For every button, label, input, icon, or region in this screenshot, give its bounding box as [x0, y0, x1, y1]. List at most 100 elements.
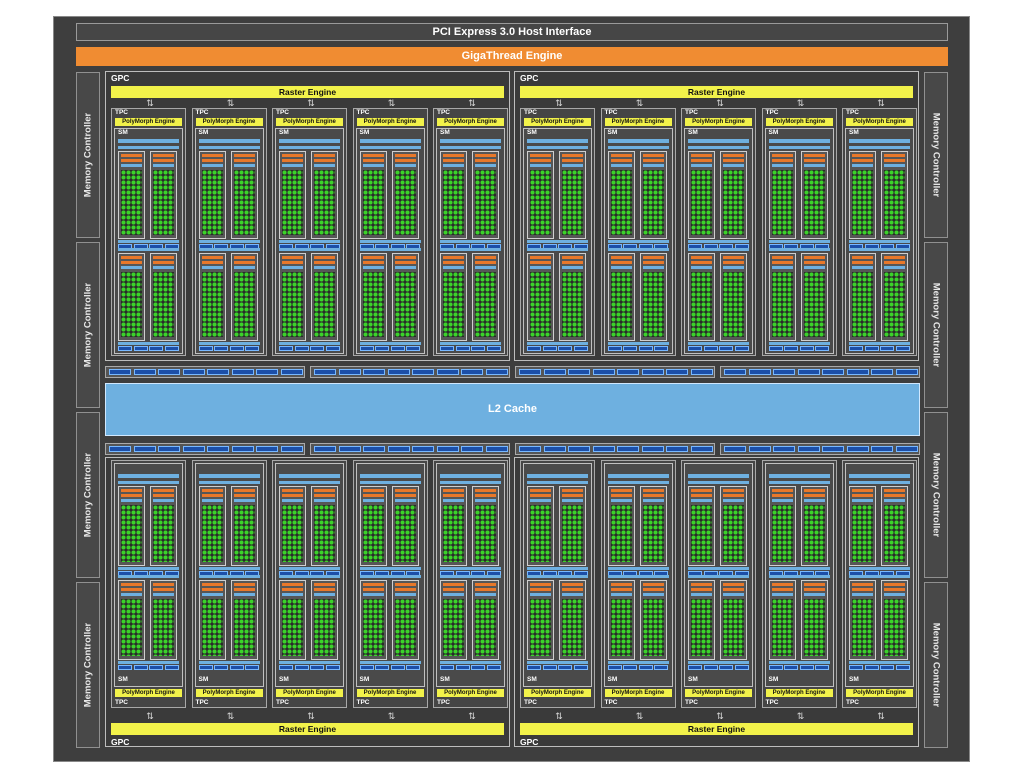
processing-block — [559, 253, 586, 341]
warp-scheduler — [562, 154, 583, 157]
warp-scheduler — [121, 489, 142, 492]
processing-block — [198, 580, 226, 660]
tpc: TPC PolyMorph Engine SM — [272, 108, 347, 356]
cuda-cores — [443, 170, 464, 235]
warp-scheduler — [723, 489, 744, 492]
sfu-unit — [118, 346, 132, 351]
processing-block — [720, 580, 747, 660]
register-file — [530, 593, 551, 596]
processing-block — [849, 580, 876, 660]
cuda-cores — [153, 170, 174, 235]
crossbar-unit — [568, 446, 590, 452]
processing-block — [391, 486, 419, 566]
texture-unit-bar — [279, 567, 340, 570]
register-file — [475, 164, 496, 167]
dispatch-unit — [771, 494, 793, 497]
register-file — [475, 499, 496, 502]
sm-label: SM — [279, 676, 289, 683]
crossbar-unit — [182, 446, 205, 452]
dispatch-unit — [121, 261, 142, 264]
warp-scheduler — [362, 256, 384, 259]
crossbar-unit — [314, 446, 336, 452]
streaming-multiprocessor: SM — [684, 128, 753, 354]
dispatch-unit — [362, 261, 384, 264]
crossbar-unit — [724, 369, 746, 375]
cuda-cores — [691, 170, 712, 235]
register-file — [642, 266, 664, 269]
processing-block — [472, 580, 499, 660]
bidirectional-arrow-icon: ⇅ — [877, 711, 885, 721]
crossbar-unit — [338, 369, 361, 375]
register-file — [642, 499, 664, 502]
cuda-cores — [642, 170, 664, 235]
texture-unit-bar — [849, 567, 910, 570]
crossbar-row — [310, 443, 510, 455]
dispatch-unit — [852, 588, 873, 591]
tpc: TPC PolyMorph Engine SM — [352, 108, 428, 356]
cuda-cores — [691, 272, 712, 337]
crossbar-unit — [109, 446, 131, 452]
dispatch-unit — [723, 494, 744, 497]
cuda-cores — [884, 272, 905, 337]
cuda-cores — [233, 170, 255, 235]
warp-scheduler — [121, 256, 142, 259]
warp-scheduler — [691, 256, 712, 259]
sfu-unit — [359, 665, 374, 670]
sfu-unit — [310, 346, 324, 351]
gpc: GPC Raster Engine ⇅ SM PolyMorph Engine TPC ⇅ S… — [514, 457, 919, 747]
warp-scheduler — [443, 154, 464, 157]
texture-unit-bar — [279, 661, 340, 664]
memory-controller: Memory Controller — [924, 72, 948, 238]
processing-block — [881, 580, 908, 660]
sm-label: SM — [279, 129, 289, 136]
cuda-cores — [723, 272, 744, 337]
register-file — [282, 164, 303, 167]
crossbar-unit — [387, 446, 410, 452]
register-file — [562, 499, 583, 502]
sfu-unit — [734, 665, 749, 670]
tpc-label: TPC — [524, 699, 537, 706]
warp-scheduler — [443, 489, 464, 492]
register-file — [233, 499, 255, 502]
register-file — [153, 499, 174, 502]
bidirectional-arrow-icon: ⇅ — [796, 711, 805, 721]
cuda-cores — [691, 505, 712, 562]
streaming-multiprocessor: SM — [603, 463, 673, 687]
cuda-cores — [610, 272, 632, 337]
polymorph-engine: PolyMorph Engine — [115, 118, 182, 126]
polymorph-engine: PolyMorph Engine — [604, 689, 672, 697]
processing-block — [720, 486, 747, 566]
cuda-cores — [475, 505, 496, 562]
processing-block — [800, 151, 828, 239]
gpc: GPC Raster Engine ⇅ TPC PolyMorph Engine SM ⇅ T… — [105, 71, 510, 361]
memory-controller-label: Memory Controller — [930, 112, 942, 198]
texture-unit-bar — [849, 661, 910, 664]
instruction-buffer — [198, 481, 260, 484]
warp-scheduler — [282, 489, 303, 492]
dispatch-unit — [201, 159, 223, 162]
streaming-multiprocessor: SM — [764, 128, 834, 354]
instruction-cache — [359, 139, 421, 143]
register-file — [562, 593, 583, 596]
instruction-buffer — [279, 575, 340, 578]
dispatch-unit — [852, 159, 873, 162]
texture-unit-bar — [359, 567, 421, 570]
instruction-cache — [849, 474, 910, 478]
sfu-unit — [895, 346, 910, 351]
dispatch-unit — [530, 159, 551, 162]
cuda-cores — [610, 170, 632, 235]
crossbar-unit — [846, 369, 869, 375]
warp-scheduler — [121, 154, 142, 157]
crossbar-row — [720, 443, 920, 455]
cuda-cores — [121, 599, 142, 656]
processing-block — [118, 151, 145, 239]
warp-scheduler — [642, 489, 664, 492]
dispatch-unit — [691, 494, 712, 497]
sfu-unit — [133, 665, 148, 670]
dispatch-unit — [642, 494, 664, 497]
streaming-multiprocessor: SM — [523, 463, 592, 687]
texture-unit-bar — [440, 240, 501, 243]
register-file — [233, 266, 255, 269]
texture-unit-bar — [118, 342, 179, 345]
register-file — [852, 266, 873, 269]
